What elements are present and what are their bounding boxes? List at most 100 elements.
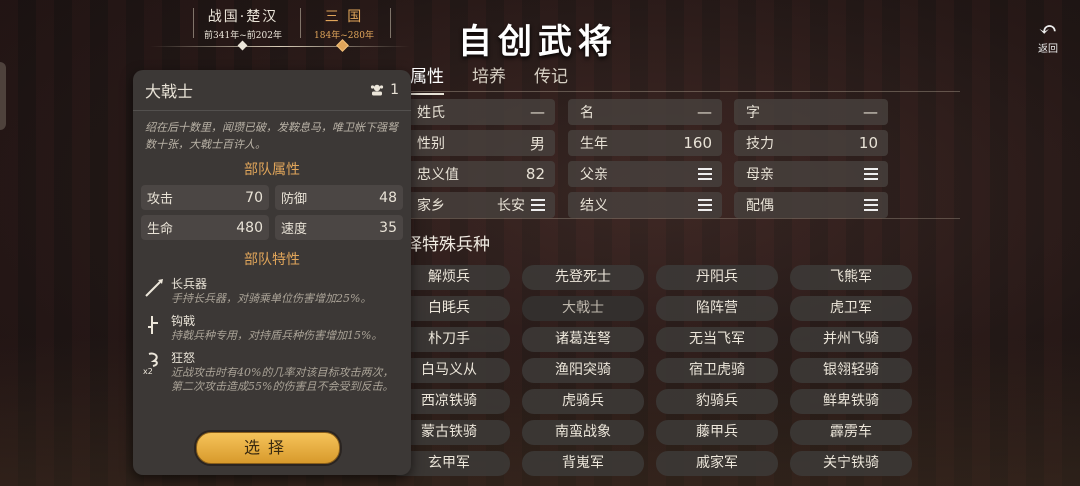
skill-field[interactable]: 技力 10 <box>734 130 888 156</box>
unit-option[interactable]: 背嵬军 <box>522 451 644 476</box>
stat-defense: 防御 48 <box>275 185 403 210</box>
loyalty-label: 忠义值 <box>417 167 459 183</box>
select-button[interactable]: 选择 <box>196 432 340 464</box>
mother-field[interactable]: 母亲 <box>734 161 888 187</box>
loyalty-value: 82 <box>525 165 545 183</box>
birth-year-label: 生年 <box>580 136 608 152</box>
unit-option[interactable]: 关宁铁骑 <box>790 451 912 476</box>
stat-label: 生命 <box>147 222 174 237</box>
father-field[interactable]: 父亲 <box>568 161 722 187</box>
unit-option[interactable]: 先登死士 <box>522 265 644 290</box>
spouse-field[interactable]: 配偶 <box>734 192 888 218</box>
trait-desc: 手持长兵器，对骑乘单位伤害增加25%。 <box>171 292 372 305</box>
hometown-value: 长安 <box>497 198 525 214</box>
spouse-label: 配偶 <box>746 198 774 214</box>
unit-option[interactable]: 飞熊军 <box>790 265 912 290</box>
birth-year-value: 160 <box>683 134 712 152</box>
stat-value: 70 <box>245 189 263 206</box>
unit-option[interactable]: 宿卫虎骑 <box>656 358 778 383</box>
era-name: 三 国 <box>324 9 364 25</box>
unit-count-value: 1 <box>390 82 399 98</box>
side-drawer-handle[interactable] <box>0 62 6 130</box>
unit-count: 1 <box>370 82 399 98</box>
menu-icon[interactable] <box>698 165 712 183</box>
given-name-field[interactable]: 名 — <box>568 99 722 125</box>
back-button[interactable]: ↶ 返回 <box>1038 18 1058 56</box>
birth-year-field[interactable]: 生年 160 <box>568 130 722 156</box>
section-divider <box>400 218 960 219</box>
unit-option[interactable]: 鲜卑铁骑 <box>790 389 912 414</box>
tab-divider <box>400 91 960 92</box>
trait-name: 长兵器 <box>171 277 208 291</box>
unit-option[interactable]: 豹骑兵 <box>656 389 778 414</box>
unit-name: 大戟士 <box>145 82 194 101</box>
trait-name: 狂怒 <box>171 351 196 365</box>
stat-attack: 攻击 70 <box>141 185 269 210</box>
unit-info-panel: 大戟士 1 绍在后十数里，闻瓒已破，发鞍息马，唯卫帐下强弩数十张，大戟士百许人。… <box>133 70 411 475</box>
courtesy-name-field[interactable]: 字 — <box>734 99 888 125</box>
menu-icon[interactable] <box>531 196 545 214</box>
stat-hp: 生命 480 <box>141 215 269 240</box>
given-name-label: 名 <box>580 105 594 121</box>
unit-option[interactable]: 霹雳车 <box>790 420 912 445</box>
era-name: 战国·楚汉 <box>207 9 279 25</box>
era-warring-states[interactable]: 战国·楚汉 前341年~前202年 <box>196 6 290 41</box>
era-timeline <box>150 46 410 47</box>
panel-header: 大戟士 1 <box>133 70 411 111</box>
unit-option[interactable]: 银翎轻骑 <box>790 358 912 383</box>
sworn-brothers-label: 结义 <box>580 198 608 214</box>
courtesy-name-label: 字 <box>746 105 760 121</box>
trait-name: 钩戟 <box>171 314 196 328</box>
skill-label: 技力 <box>746 136 774 152</box>
trait-desc: 近战攻击时有40%的几率对该目标攻击两次，第二次攻击造成55%的伤害且不会受到反… <box>171 366 394 393</box>
skill-value: 10 <box>858 134 878 152</box>
surname-label: 姓氏 <box>417 105 445 121</box>
unit-option[interactable]: 戚家军 <box>656 451 778 476</box>
given-name-value: — <box>697 103 712 121</box>
unit-option[interactable]: 并州飞骑 <box>790 327 912 352</box>
era-divider <box>193 8 194 38</box>
stat-label: 速度 <box>281 222 308 237</box>
unit-option[interactable]: 渔阳突骑 <box>522 358 644 383</box>
unit-option[interactable]: 虎骑兵 <box>522 389 644 414</box>
stats-title: 部队属性 <box>244 162 300 178</box>
menu-icon[interactable] <box>864 165 878 183</box>
menu-icon[interactable] <box>698 196 712 214</box>
stat-value: 48 <box>379 189 397 206</box>
trait-rage: x2 狂怒 近战攻击时有40%的几率对该目标攻击两次，第二次攻击造成55%的伤害… <box>133 349 411 394</box>
rage-multiplier-badge: x2 <box>143 367 153 375</box>
gender-value: 男 <box>529 134 545 153</box>
spear-icon <box>143 275 171 306</box>
stat-value: 480 <box>236 219 263 236</box>
unit-option[interactable]: 无当飞军 <box>656 327 778 352</box>
stat-grid: 攻击 70 防御 48 生命 480 速度 35 <box>133 185 411 240</box>
unit-option[interactable]: 藤甲兵 <box>656 420 778 445</box>
unit-option[interactable]: 大戟士 <box>522 296 644 321</box>
hometown-field[interactable]: 家乡 长安 <box>405 192 555 218</box>
gender-field[interactable]: 性别 男 <box>405 130 555 156</box>
return-arrow-icon: ↶ <box>1038 18 1058 43</box>
trait-desc: 持戟兵种专用，对持盾兵种伤害增加15%。 <box>171 329 383 342</box>
unit-option[interactable]: 诸葛连弩 <box>522 327 644 352</box>
troop-icon <box>370 84 384 96</box>
unit-option[interactable]: 丹阳兵 <box>656 265 778 290</box>
era-divider <box>390 8 391 38</box>
sworn-brothers-field[interactable]: 结义 <box>568 192 722 218</box>
menu-icon[interactable] <box>864 196 878 214</box>
era-three-kingdoms[interactable]: 三 国 184年~280年 <box>310 6 378 41</box>
halberd-icon <box>143 312 171 343</box>
surname-field[interactable]: 姓氏 — <box>405 99 555 125</box>
unit-option[interactable]: 虎卫军 <box>790 296 912 321</box>
unit-description: 绍在后十数里，闻瓒已破，发鞍息马，唯卫帐下强弩数十张，大戟士百许人。 <box>145 121 398 151</box>
unit-option[interactable]: 陷阵营 <box>656 296 778 321</box>
rage-icon: x2 <box>143 349 171 394</box>
era-divider <box>300 8 301 38</box>
unit-option[interactable]: 南蛮战象 <box>522 420 644 445</box>
era-marker-active <box>336 39 349 52</box>
father-label: 父亲 <box>580 167 608 183</box>
stat-label: 防御 <box>281 192 308 207</box>
page-title: 自创武将 <box>458 22 618 62</box>
mother-label: 母亲 <box>746 167 774 183</box>
special-unit-section-title: 择特殊兵种 <box>405 235 490 255</box>
loyalty-field[interactable]: 忠义值 82 <box>405 161 555 187</box>
